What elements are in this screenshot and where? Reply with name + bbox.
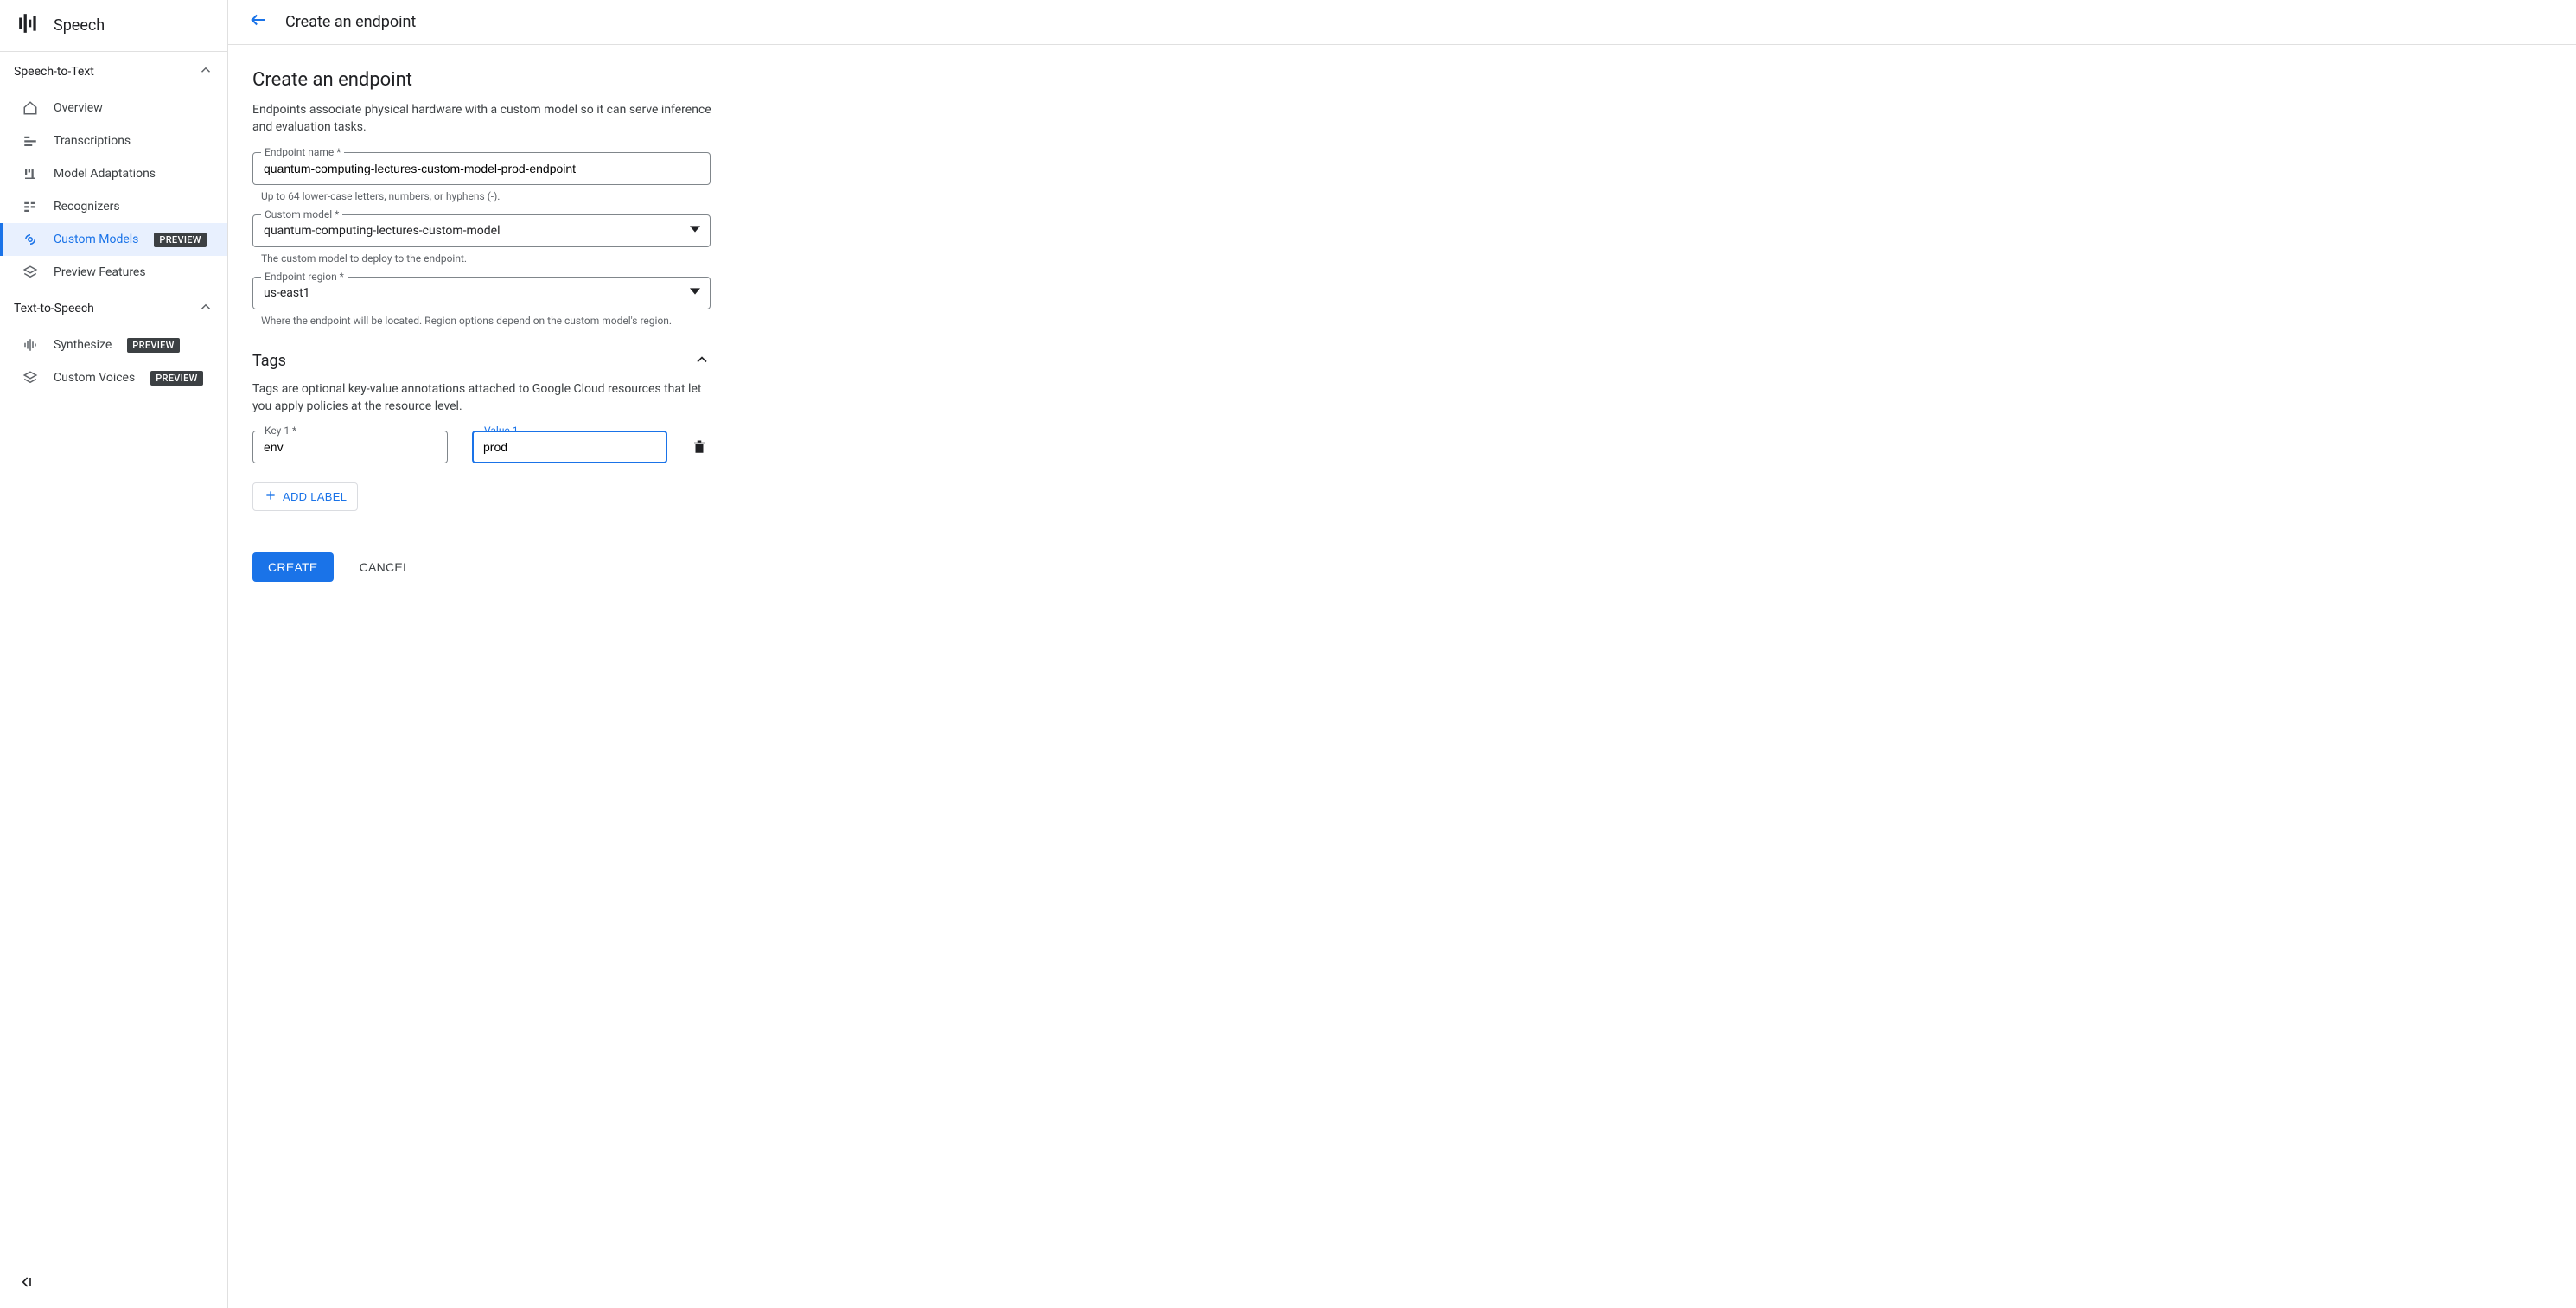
create-button[interactable]: CREATE	[252, 552, 334, 582]
nav-label: Synthesize	[54, 338, 112, 352]
nav-label: Custom Models	[54, 233, 138, 246]
sidebar-item-overview[interactable]: Overview	[0, 92, 227, 124]
plus-icon	[264, 488, 277, 505]
form-description: Endpoints associate physical hardware wi…	[252, 101, 719, 137]
preview-badge: PREVIEW	[150, 371, 202, 386]
transcriptions-icon	[22, 133, 38, 149]
topbar: Create an endpoint	[228, 0, 2576, 45]
recognizers-icon	[22, 199, 38, 214]
endpoint-name-label: Endpoint name *	[261, 146, 344, 158]
tag-key-field-wrap: Key 1 *	[252, 431, 448, 463]
sidebar-item-model-adaptations[interactable]: Model Adaptations	[0, 157, 227, 190]
tags-header: Tags	[252, 351, 711, 372]
tag-row: Key 1 * Value 1	[252, 431, 982, 463]
nav-label: Preview Features	[54, 265, 146, 279]
sidebar-item-preview-features[interactable]: Preview Features	[0, 256, 227, 289]
chevron-up-icon	[198, 62, 214, 81]
nav-label: Custom Voices	[54, 371, 135, 385]
adaptations-icon	[22, 166, 38, 182]
endpoint-region-label: Endpoint region *	[261, 271, 348, 283]
preview-badge: PREVIEW	[154, 233, 206, 247]
nav-label: Transcriptions	[54, 134, 131, 148]
custom-voices-icon	[22, 370, 38, 386]
speech-logo-icon	[17, 12, 40, 39]
main: Create an endpoint Create an endpoint En…	[228, 0, 2576, 1308]
back-button[interactable]	[249, 10, 268, 34]
sidebar: Speech Speech-to-Text Overview Transcrip…	[0, 0, 228, 1308]
sidebar-item-recognizers[interactable]: Recognizers	[0, 190, 227, 223]
custom-model-helper: The custom model to deploy to the endpoi…	[261, 252, 982, 265]
chevron-up-icon	[198, 299, 214, 318]
preview-badge: PREVIEW	[127, 338, 179, 353]
form-actions: CREATE CANCEL	[252, 552, 982, 582]
section-label: Text-to-Speech	[14, 302, 94, 316]
sidebar-item-synthesize[interactable]: Synthesize PREVIEW	[0, 329, 227, 361]
tag-key-label: Key 1 *	[261, 424, 300, 437]
page-title: Create an endpoint	[285, 13, 416, 31]
custom-model-field-wrap: Custom model * quantum-computing-lecture…	[252, 214, 711, 247]
endpoint-name-helper: Up to 64 lower-case letters, numbers, or…	[261, 190, 982, 202]
section-label: Speech-to-Text	[14, 65, 94, 79]
form-title: Create an endpoint	[252, 69, 982, 91]
sidebar-collapse-button[interactable]	[17, 1273, 35, 1294]
nav-label: Overview	[54, 101, 103, 115]
content: Create an endpoint Endpoints associate p…	[228, 45, 1006, 599]
nav-label: Recognizers	[54, 200, 120, 214]
add-label-button[interactable]: ADD LABEL	[252, 482, 358, 511]
product-title: Speech	[54, 16, 105, 35]
tags-description: Tags are optional key-value annotations …	[252, 380, 719, 416]
sidebar-item-transcriptions[interactable]: Transcriptions	[0, 124, 227, 157]
tag-delete-button[interactable]	[692, 439, 707, 458]
sidebar-header: Speech	[0, 0, 227, 52]
home-icon	[22, 100, 38, 116]
preview-features-icon	[22, 265, 38, 280]
sidebar-item-custom-voices[interactable]: Custom Voices PREVIEW	[0, 361, 227, 394]
sidebar-section-speech-to-text[interactable]: Speech-to-Text	[0, 52, 227, 92]
tags-collapse-toggle[interactable]	[693, 351, 711, 372]
endpoint-region-field-wrap: Endpoint region * us-east1	[252, 277, 711, 309]
cancel-button[interactable]: CANCEL	[354, 559, 416, 575]
endpoint-region-helper: Where the endpoint will be located. Regi…	[261, 315, 982, 327]
tag-value-input[interactable]	[472, 431, 667, 463]
endpoint-name-field-wrap: Endpoint name *	[252, 152, 711, 185]
sidebar-item-custom-models[interactable]: Custom Models PREVIEW	[0, 223, 227, 256]
custom-models-icon	[22, 232, 38, 247]
add-label-text: ADD LABEL	[283, 490, 347, 503]
synthesize-icon	[22, 337, 38, 353]
tags-title: Tags	[252, 352, 286, 370]
sidebar-section-text-to-speech[interactable]: Text-to-Speech	[0, 289, 227, 329]
nav-label: Model Adaptations	[54, 167, 156, 181]
custom-model-label: Custom model *	[261, 208, 342, 220]
tag-value-field-wrap: Value 1	[472, 431, 667, 463]
